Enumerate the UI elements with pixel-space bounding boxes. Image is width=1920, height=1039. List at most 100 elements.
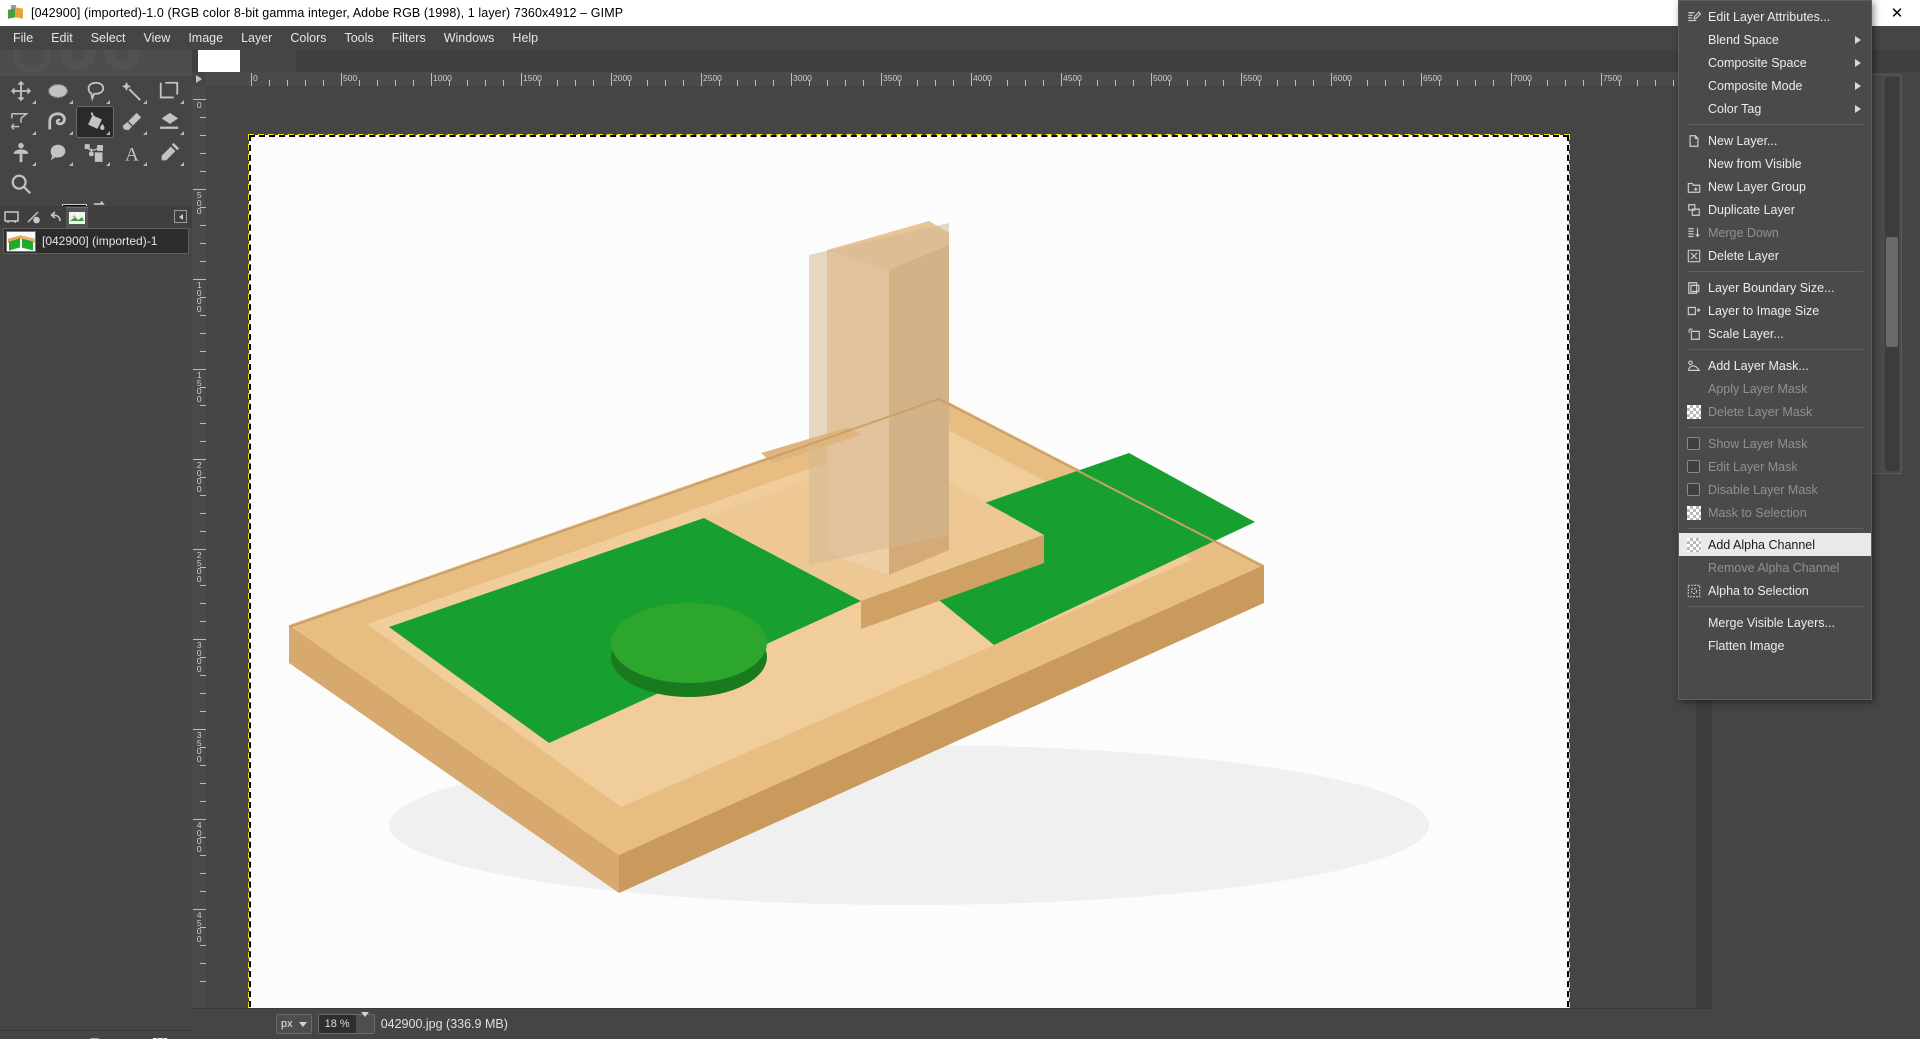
free-select-tool[interactable] [77,76,113,106]
checkbox-icon [1685,435,1702,452]
submenu-arrow-icon [1855,81,1861,90]
brush-scrollbar[interactable] [1885,77,1899,471]
menu-item-add-alpha-channel[interactable]: Add Alpha Channel [1679,533,1871,556]
alpha-to-selection-icon [1685,582,1702,599]
menu-item-add-layer-mask[interactable]: Add Layer Mask... [1679,354,1871,377]
list-item[interactable]: [042900] (imported)-1 [3,228,189,254]
submenu-arrow-icon [1855,58,1861,67]
vertical-ruler[interactable]: 05 0 01 0 0 01 5 0 02 0 0 02 5 0 03 0 0 … [192,86,206,1012]
no-icon [1685,54,1702,71]
menu-windows[interactable]: Windows [435,29,504,48]
menu-view[interactable]: View [134,29,179,48]
checker-icon [1685,403,1702,420]
image-thumbnail [6,230,36,252]
images-tab[interactable] [0,207,22,228]
menu-colors[interactable]: Colors [281,29,335,48]
no-icon [1685,155,1702,172]
submenu-arrow-icon [1855,35,1861,44]
checkbox-icon [1685,458,1702,475]
alpha-channel-icon[interactable] [147,1034,173,1039]
brush-scrollbar-thumb[interactable] [1886,237,1898,347]
warp-transform-tool[interactable] [40,107,76,137]
paths-tool[interactable] [77,138,113,168]
open-images-tab[interactable] [66,207,88,228]
crop-tool[interactable] [151,76,187,106]
ruler-tick [1421,73,1422,86]
new-layer-icon[interactable] [83,1034,109,1039]
menu-separator [1687,271,1863,272]
menu-edit[interactable]: Edit [42,29,82,48]
tool-corner-marker [143,131,147,135]
menu-item-composite-mode[interactable]: Composite Mode [1679,74,1871,97]
tool-corner-marker [180,162,184,166]
ruler-label: 0 [196,100,202,110]
unified-transform-tool[interactable] [3,107,39,137]
menu-image[interactable]: Image [179,29,232,48]
image-canvas[interactable] [248,134,1570,1012]
ruler-tick [971,73,972,86]
bucket-fill-tool[interactable] [76,106,114,138]
submenu-arrow-icon [1855,104,1861,113]
menu-file[interactable]: File [4,29,42,48]
menu-item-new-layer-group[interactable]: New Layer Group [1679,175,1871,198]
menu-item-new-layer[interactable]: New Layer... [1679,129,1871,152]
menu-item-merge-visible-layers[interactable]: Merge Visible Layers... [1679,611,1871,634]
menu-tools[interactable]: Tools [335,29,382,48]
menu-item-duplicate-layer[interactable]: Duplicate Layer [1679,198,1871,221]
ruler-tick [1061,73,1062,86]
menu-item-layer-boundary-size[interactable]: Layer Boundary Size... [1679,276,1871,299]
zoom-level-label: 18 % [318,1015,356,1033]
canvas-viewport[interactable] [206,86,1696,1012]
layer-context-menu[interactable]: Edit Layer Attributes... Blend Space Compo… [1678,0,1872,700]
menu-item-layer-to-image-size[interactable]: Layer to Image Size [1679,299,1871,322]
collapse-dock-icon[interactable] [174,210,187,223]
menu-item-label: Merge Down [1708,225,1779,240]
chevron-down-icon [360,1011,369,1032]
svg-text:A: A [125,144,139,164]
tool-corner-marker [69,131,73,135]
clone-tool[interactable] [3,138,39,168]
paintbrush-tool[interactable] [114,107,150,137]
no-icon [1685,100,1702,117]
color-picker-tool[interactable] [151,138,187,168]
image-name-label: [042900] (imported)-1 [42,234,158,248]
menu-item-composite-space[interactable]: Composite Space [1679,51,1871,74]
unit-selector[interactable]: px [276,1014,312,1034]
zoom-tool[interactable] [3,169,39,199]
menu-item-color-tag[interactable]: Color Tag [1679,97,1871,120]
ruler-tick [1331,73,1332,86]
ellipse-select-tool[interactable] [40,76,76,106]
tool-corner-marker [32,131,36,135]
menu-item-label: Composite Space [1708,55,1807,70]
document-history-tab[interactable] [22,207,44,228]
undo-history-tab[interactable] [44,207,66,228]
menu-item-flatten-image[interactable]: Flatten Image [1679,634,1871,657]
menu-item-alpha-to-selection[interactable]: Alpha to Selection [1679,579,1871,602]
menu-filters[interactable]: Filters [383,29,435,48]
photo-svg [249,135,1569,1012]
menu-item-blend-space[interactable]: Blend Space [1679,28,1871,51]
close-icon[interactable]: ✕ [1874,0,1920,26]
add-layer-mask-icon [1685,357,1702,374]
menu-help[interactable]: Help [503,29,547,48]
raise-to-top-icon[interactable] [19,1034,45,1039]
eraser-tool[interactable] [151,107,187,137]
horizontal-ruler[interactable]: 0 500 1000 1500 2000 2500 3000 3500 4000 4500 5000… [206,72,1696,86]
zoom-selector[interactable]: 18 % [317,1011,375,1034]
move-tool[interactable] [3,76,39,106]
menu-item-new-from-visible[interactable]: New from Visible [1679,152,1871,175]
ruler-origin-button[interactable] [192,72,206,86]
menu-item-edit-layer-attributes[interactable]: Edit Layer Attributes... [1679,5,1871,28]
tool-corner-marker [180,131,184,135]
menu-layer[interactable]: Layer [232,29,281,48]
fuzzy-select-tool[interactable] [114,76,150,106]
new-layer-group-icon [1685,178,1702,195]
text-tool[interactable]: A [114,138,150,168]
checker-icon [1685,536,1702,553]
menu-item-delete-layer[interactable]: Delete Layer [1679,244,1871,267]
no-icon [1685,31,1702,48]
menu-item-scale-layer[interactable]: Scale Layer... [1679,322,1871,345]
tool-corner-marker [106,131,110,135]
smudge-tool[interactable] [40,138,76,168]
menu-select[interactable]: Select [82,29,135,48]
